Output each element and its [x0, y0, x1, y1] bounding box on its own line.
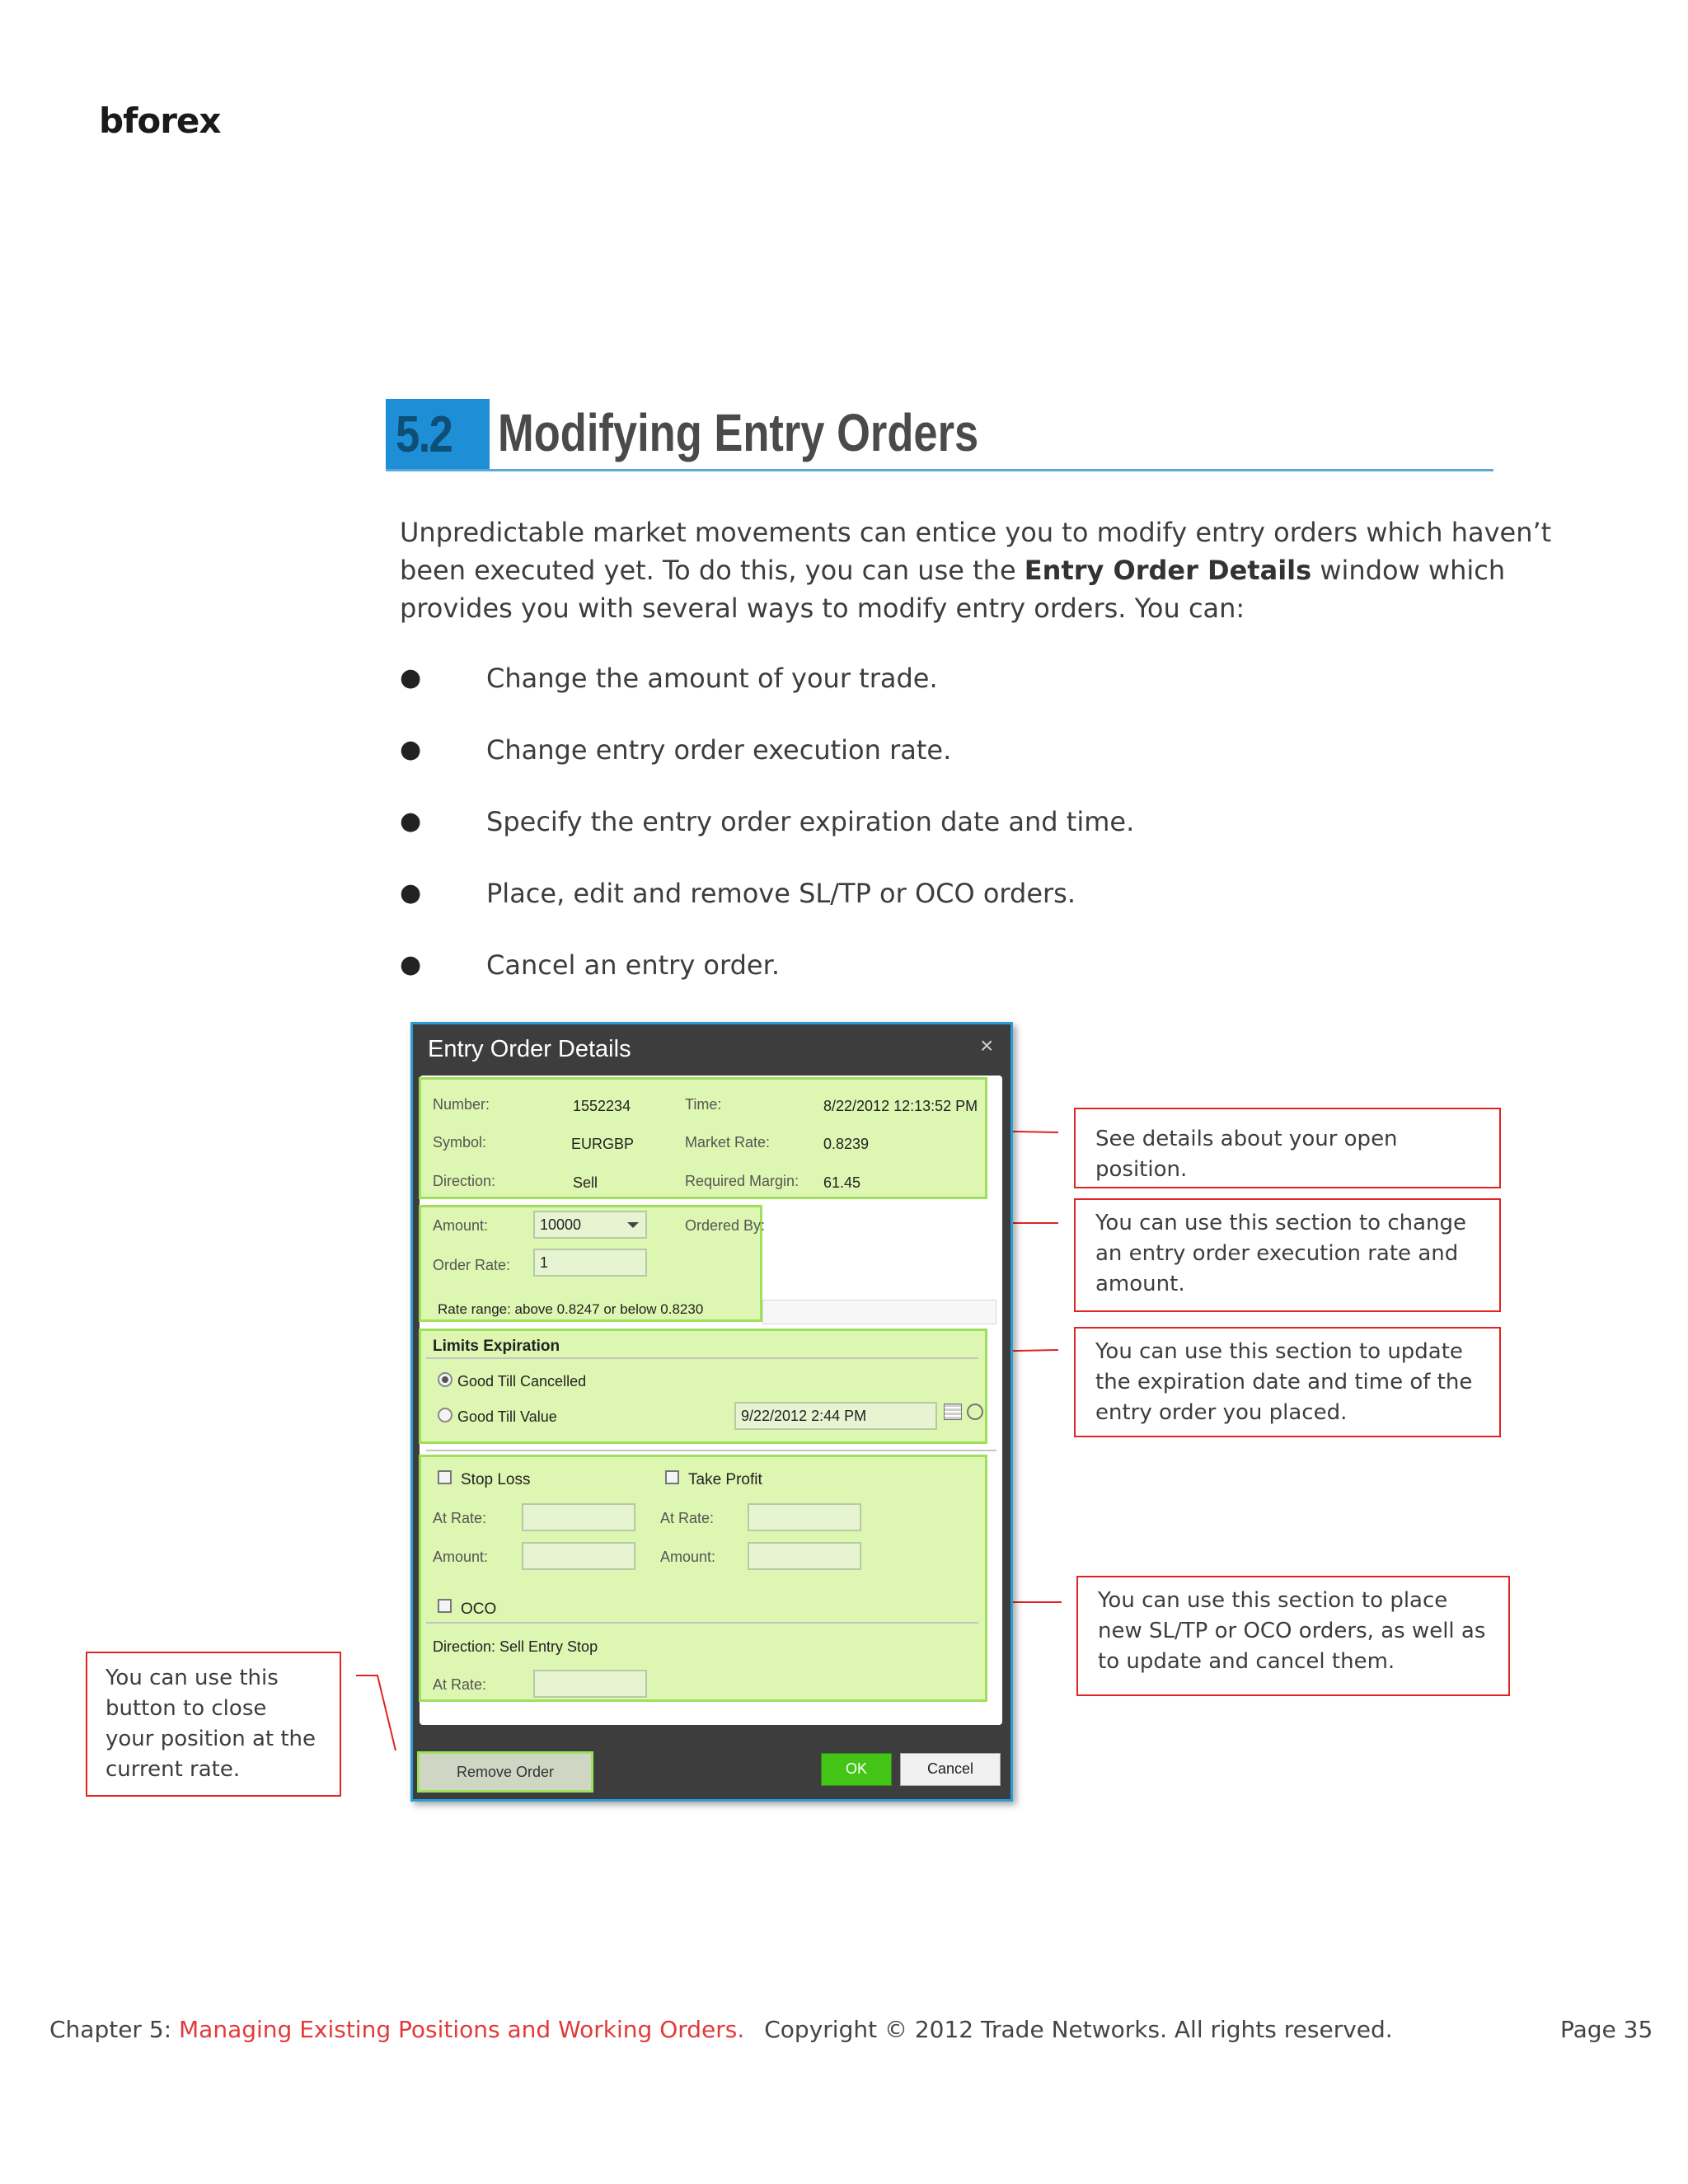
details-section: Number: 1552234 Time: 8/22/2012 12:13:52… [419, 1077, 987, 1199]
callout-details: See details about your open position. [1074, 1108, 1501, 1188]
direction-label: Direction: [433, 1173, 496, 1189]
page-number: Page 35 [1560, 2016, 1653, 2043]
order-rate-value: 1 [540, 1254, 549, 1271]
footer-chapter-title: Managing Existing Positions and Working … [179, 2016, 745, 2043]
footer-copyright: Copyright © 2012 Trade Networks. All rig… [764, 2016, 1393, 2043]
callout-sltp-oco: You can use this section to place new SL… [1076, 1576, 1510, 1696]
oco-direction: Direction: Sell Entry Stop [433, 1638, 598, 1655]
oco-label: OCO [461, 1601, 497, 1618]
stop-loss-label: Stop Loss [461, 1471, 531, 1488]
dialog-title: Entry Order Details [428, 1036, 631, 1062]
sl-amount-label: Amount: [433, 1549, 489, 1565]
divider [426, 1622, 978, 1624]
amount-label: Amount: [433, 1217, 489, 1234]
sl-rate-input[interactable] [522, 1503, 635, 1531]
ordered-by-label: Ordered By: [685, 1217, 766, 1234]
footer-chapter-prefix: Chapter 5: [49, 2016, 179, 2043]
oco-at-rate-label: At Rate: [433, 1676, 487, 1693]
close-icon[interactable]: × [980, 1033, 993, 1059]
market-rate-label: Market Rate: [685, 1134, 771, 1151]
take-profit-label: Take Profit [688, 1471, 762, 1488]
ok-label: OK [845, 1760, 867, 1777]
expiration-section: Limits Expiration Good Till Cancelled Go… [419, 1329, 987, 1444]
sl-at-rate-label: At Rate: [433, 1510, 487, 1526]
symbol-value: EURGBP [571, 1136, 635, 1152]
order-rate-input[interactable]: 1 [533, 1249, 647, 1277]
ok-button[interactable]: OK [821, 1753, 892, 1786]
dialog-body: Number: 1552234 Time: 8/22/2012 12:13:52… [419, 1076, 1002, 1725]
rate-range-text: Rate range: above 0.8247 or below 0.8230 [438, 1301, 704, 1317]
number-value: 1552234 [573, 1098, 631, 1114]
oco-checkbox[interactable] [438, 1599, 452, 1613]
oco-rate-input[interactable] [533, 1670, 647, 1698]
callout-order-rate: You can use this section to change an en… [1074, 1198, 1501, 1312]
market-rate-value: 0.8239 [823, 1136, 870, 1152]
chevron-down-icon [627, 1222, 639, 1228]
order-rate-section: Amount: 10000 Ordered By: Order Rate: 1 … [419, 1205, 766, 1322]
remove-order-button[interactable]: Remove Order [417, 1751, 593, 1793]
divider [426, 1357, 978, 1359]
time-label: Time: [685, 1096, 722, 1113]
footer: Chapter 5: Managing Existing Positions a… [49, 2016, 1648, 2043]
time-value: 8/22/2012 12:13:52 PM [823, 1098, 978, 1114]
take-profit-checkbox[interactable] [665, 1470, 679, 1484]
expiration-date-input[interactable]: 9/22/2012 2:44 PM [734, 1402, 937, 1430]
tp-rate-input[interactable] [748, 1503, 861, 1531]
callout-remove-order: You can use this button to close your po… [86, 1652, 341, 1797]
sl-amount-input[interactable] [522, 1542, 635, 1570]
rate-range-bar [762, 1300, 996, 1324]
gtv-label: Good Till Value [457, 1408, 557, 1425]
divider [426, 1450, 996, 1451]
entry-order-dialog: Entry Order Details × Number: 1552234 Ti… [410, 1022, 1013, 1802]
direction-value: Sell [573, 1174, 598, 1191]
gtv-radio[interactable] [438, 1408, 452, 1422]
clock-icon[interactable] [967, 1404, 983, 1420]
symbol-label: Symbol: [433, 1134, 487, 1151]
cancel-label: Cancel [926, 1760, 974, 1777]
tp-amount-label: Amount: [660, 1549, 716, 1565]
margin-label: Required Margin: [685, 1173, 799, 1189]
gtc-label: Good Till Cancelled [457, 1373, 587, 1390]
sltp-oco-section: Stop Loss Take Profit At Rate: At Rate: … [419, 1455, 987, 1702]
expiration-header: Limits Expiration [433, 1338, 560, 1355]
amount-select[interactable]: 10000 [533, 1211, 647, 1239]
callout-expiration: You can use this section to update the e… [1074, 1327, 1501, 1437]
amount-value: 10000 [540, 1216, 582, 1233]
expiration-date-value: 9/22/2012 2:44 PM [741, 1408, 867, 1424]
tp-at-rate-label: At Rate: [660, 1510, 715, 1526]
margin-value: 61.45 [823, 1174, 861, 1191]
calendar-icon[interactable] [944, 1404, 962, 1420]
tp-amount-input[interactable] [748, 1542, 861, 1570]
gtc-radio[interactable] [438, 1372, 452, 1387]
cancel-button[interactable]: Cancel [900, 1753, 1001, 1786]
order-rate-label: Order Rate: [433, 1257, 511, 1273]
remove-order-label: Remove Order [456, 1764, 555, 1780]
number-label: Number: [433, 1096, 490, 1113]
stop-loss-checkbox[interactable] [438, 1470, 452, 1484]
